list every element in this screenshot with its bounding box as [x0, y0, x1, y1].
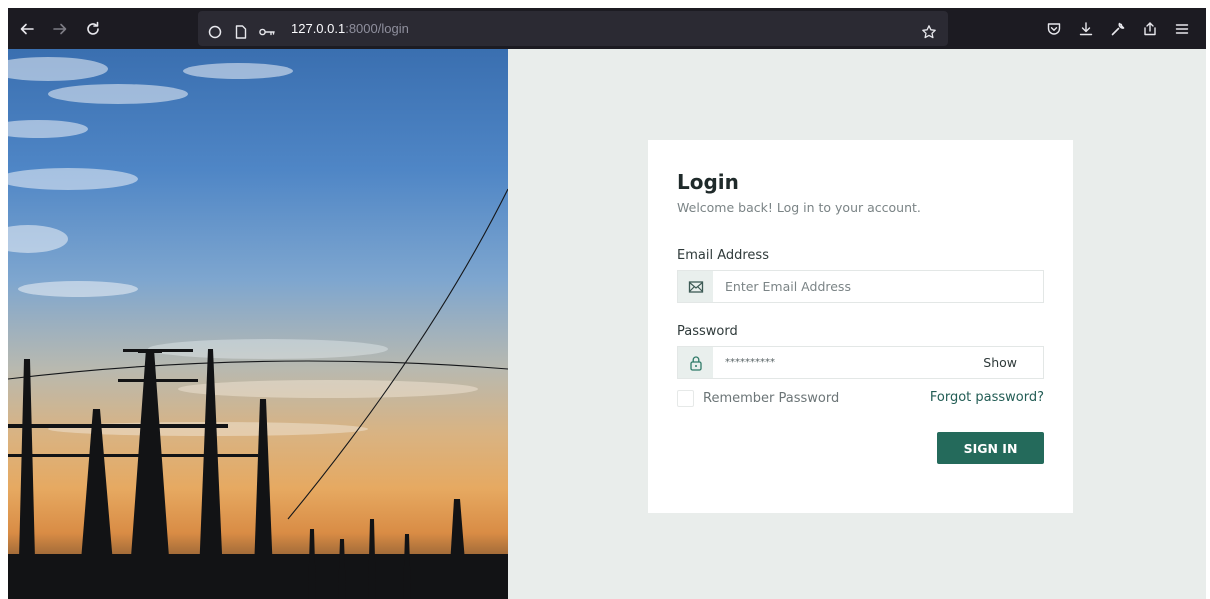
login-title: Login — [677, 170, 739, 194]
remember-checkbox[interactable] — [677, 389, 694, 407]
downloads-button[interactable] — [1073, 8, 1099, 49]
envelope-icon — [688, 280, 703, 293]
email-addon — [678, 271, 713, 302]
reload-icon — [87, 21, 99, 35]
pocket-button[interactable] — [1041, 8, 1067, 49]
login-subtitle: Welcome back! Log in to your account. — [677, 200, 921, 215]
forward-button[interactable] — [47, 8, 73, 49]
bookmark-button[interactable] — [916, 11, 942, 52]
hero-image — [8, 49, 508, 599]
wrench-icon — [1111, 22, 1125, 35]
arrow-left-icon — [20, 23, 34, 34]
arrow-right-icon — [53, 23, 67, 34]
back-button[interactable] — [14, 8, 40, 49]
share-icon — [1144, 21, 1156, 35]
key-icon — [259, 28, 275, 35]
share-button[interactable] — [1137, 8, 1163, 49]
pocket-icon — [1047, 22, 1061, 35]
show-password-toggle[interactable]: Show — [983, 347, 1017, 378]
star-icon — [922, 24, 936, 38]
email-label: Email Address — [677, 248, 769, 263]
url-text[interactable]: 127.0.0.1:8000/login — [291, 11, 409, 46]
page-icon — [235, 24, 247, 39]
login-card: Login Welcome back! Log in to your accou… — [648, 140, 1073, 513]
hamburger-menu-icon — [1175, 23, 1189, 34]
remember-label: Remember Password — [703, 390, 840, 406]
password-label: Password — [677, 324, 738, 339]
sign-in-button[interactable]: SIGN IN — [937, 432, 1044, 464]
reload-button[interactable] — [80, 8, 106, 49]
password-addon — [678, 347, 713, 378]
password-field[interactable]: Show — [677, 346, 1044, 379]
shield-icon — [208, 25, 222, 38]
tools-button[interactable] — [1105, 8, 1131, 49]
address-bar[interactable]: 127.0.0.1:8000/login — [198, 11, 948, 46]
remember-password[interactable]: Remember Password — [677, 388, 839, 408]
browser-window: 127.0.0.1:8000/login Login Welcome back!… — [8, 8, 1206, 599]
page-content: Login Welcome back! Log in to your accou… — [8, 49, 1206, 599]
permissions-button[interactable] — [254, 11, 280, 52]
page-info-button[interactable] — [228, 11, 254, 52]
url-host: 127.0.0.1 — [291, 21, 346, 36]
email-input[interactable] — [725, 271, 975, 302]
app-menu-button[interactable] — [1169, 8, 1195, 49]
url-path: :8000/login — [345, 21, 409, 36]
lock-icon — [689, 355, 702, 371]
download-icon — [1079, 21, 1093, 35]
email-field[interactable] — [677, 270, 1044, 303]
forgot-password-link[interactable]: Forgot password? — [930, 390, 1044, 405]
password-input[interactable] — [725, 347, 975, 378]
tracking-protection-button[interactable] — [202, 11, 228, 52]
browser-toolbar: 127.0.0.1:8000/login — [8, 8, 1206, 49]
power-towers-sunset-illustration — [8, 57, 508, 599]
